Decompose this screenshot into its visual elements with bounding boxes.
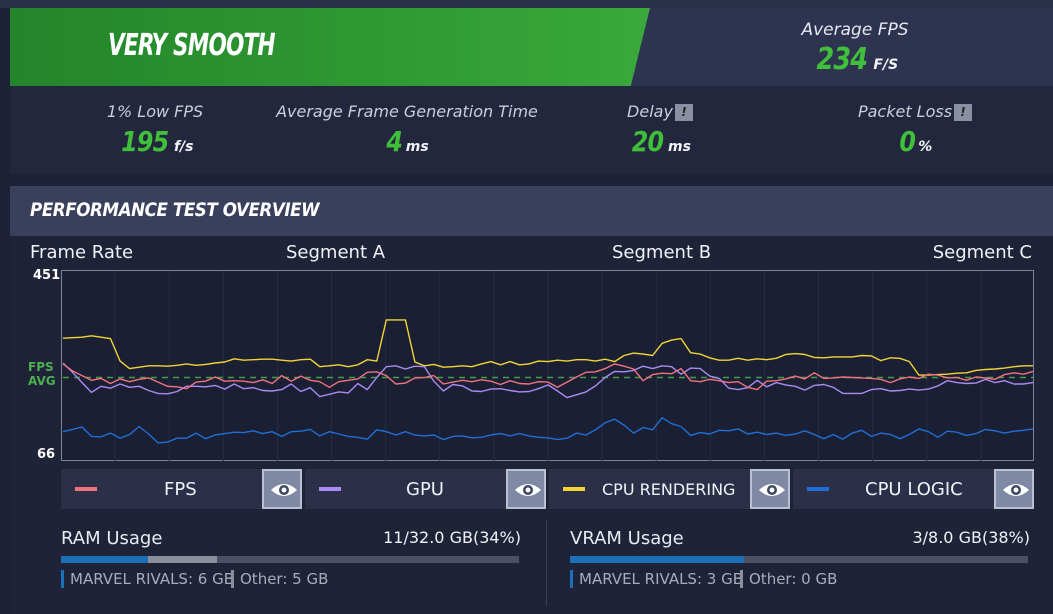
- top-strip: [0, 0, 1053, 8]
- stat-unit: %: [918, 139, 933, 155]
- overview-header: PERFORMANCE TEST OVERVIEW: [10, 186, 1053, 236]
- y-tick-max: 451: [33, 268, 61, 283]
- legend-item-cpu-logic[interactable]: CPU LOGIC: [793, 469, 1034, 509]
- legend-swatch: [319, 487, 341, 491]
- info-icon[interactable]: !: [954, 104, 973, 121]
- fps-avg-label-line1: FPS: [28, 360, 54, 374]
- legend-swatch: [563, 487, 585, 491]
- legend-item-fps[interactable]: FPS: [61, 469, 302, 509]
- stat-value: 4: [386, 125, 404, 158]
- stat-value: 195: [120, 125, 169, 158]
- smoothness-rating: VERY SMOOTH: [108, 28, 276, 63]
- summary-header: VERY SMOOTH Average FPS 234 F/S: [10, 8, 1053, 86]
- legend-swatch: [75, 487, 97, 491]
- toggle-visibility-button[interactable]: [994, 469, 1034, 509]
- legend-label: GPU: [406, 479, 444, 500]
- ram-usage-amount: 11/32.0 GB(34%): [383, 528, 521, 547]
- average-fps-unit: F/S: [873, 57, 899, 73]
- fps-avg-label: FPS AVG: [28, 360, 56, 388]
- ram-usage-bar: [61, 556, 519, 563]
- stats-row: 1% Low FPS 195 f/s Average Frame Generati…: [10, 86, 1053, 174]
- stat-packet-loss: Packet Loss! 0%: [840, 102, 990, 158]
- stat-unit: ms: [405, 139, 429, 155]
- legend-label: CPU LOGIC: [865, 479, 963, 500]
- stat-label: Packet Loss: [857, 102, 953, 121]
- overview-title: PERFORMANCE TEST OVERVIEW: [30, 199, 320, 221]
- chart-title: Frame Rate: [30, 242, 134, 263]
- legend-item-cpu-rendering[interactable]: CPU RENDERING: [549, 469, 790, 509]
- smoothness-rating-banner: VERY SMOOTH: [10, 8, 650, 86]
- eye-icon: [515, 484, 541, 496]
- ram-app-legend: MARVEL RIVALS: 6 GB: [61, 570, 234, 588]
- vram-usage-title: VRAM Usage: [570, 528, 684, 549]
- eye-icon: [271, 484, 297, 496]
- legend-item-gpu[interactable]: GPU: [305, 469, 546, 509]
- toggle-visibility-button[interactable]: [750, 469, 790, 509]
- stat-frame-generation-time: Average Frame Generation Time 4 ms: [272, 102, 542, 158]
- average-fps-label: Average FPS: [801, 20, 909, 40]
- info-icon[interactable]: !: [674, 104, 693, 121]
- average-fps-value: 234: [816, 42, 868, 77]
- vram-app-segment: [570, 556, 744, 563]
- frame-rate-chart: [61, 270, 1034, 461]
- stat-value: 0: [899, 125, 916, 158]
- average-fps: Average FPS 234 F/S: [730, 20, 980, 77]
- eye-icon: [759, 484, 785, 496]
- toggle-visibility-button[interactable]: [262, 469, 302, 509]
- legend-swatch: [807, 487, 829, 491]
- legend-label: FPS: [164, 479, 197, 500]
- segment-a-label: Segment A: [286, 242, 386, 263]
- y-tick-min: 66: [37, 447, 56, 462]
- eye-icon: [1003, 484, 1029, 496]
- fps-avg-label-line2: AVG: [28, 374, 56, 388]
- usage-divider: [546, 520, 547, 606]
- stat-value: 20: [631, 125, 664, 158]
- vram-usage-bar: [570, 556, 1028, 563]
- segment-b-label: Segment B: [612, 242, 712, 263]
- stat-label: Delay: [627, 102, 673, 121]
- vram-app-legend: MARVEL RIVALS: 3 GB: [570, 570, 743, 588]
- ram-other-legend: Other: 5 GB: [231, 570, 328, 588]
- ram-app-segment: [61, 556, 148, 563]
- stat-unit: f/s: [173, 139, 194, 155]
- stat-unit: ms: [668, 139, 691, 155]
- ram-other-segment: [148, 556, 217, 563]
- stat-delay: Delay! 20 ms: [590, 102, 730, 158]
- stat-label: 1% Low FPS: [106, 102, 204, 121]
- vram-usage-amount: 3/8.0 GB(38%): [912, 528, 1030, 547]
- vram-other-legend: Other: 0 GB: [740, 570, 837, 588]
- legend-label: CPU RENDERING: [602, 480, 736, 499]
- segment-c-label: Segment C: [932, 242, 1032, 263]
- ram-usage-title: RAM Usage: [61, 528, 163, 549]
- stat-label: Average Frame Generation Time: [276, 102, 538, 121]
- stat-1-low-fps: 1% Low FPS 195 f/s: [70, 102, 240, 158]
- toggle-visibility-button[interactable]: [506, 469, 546, 509]
